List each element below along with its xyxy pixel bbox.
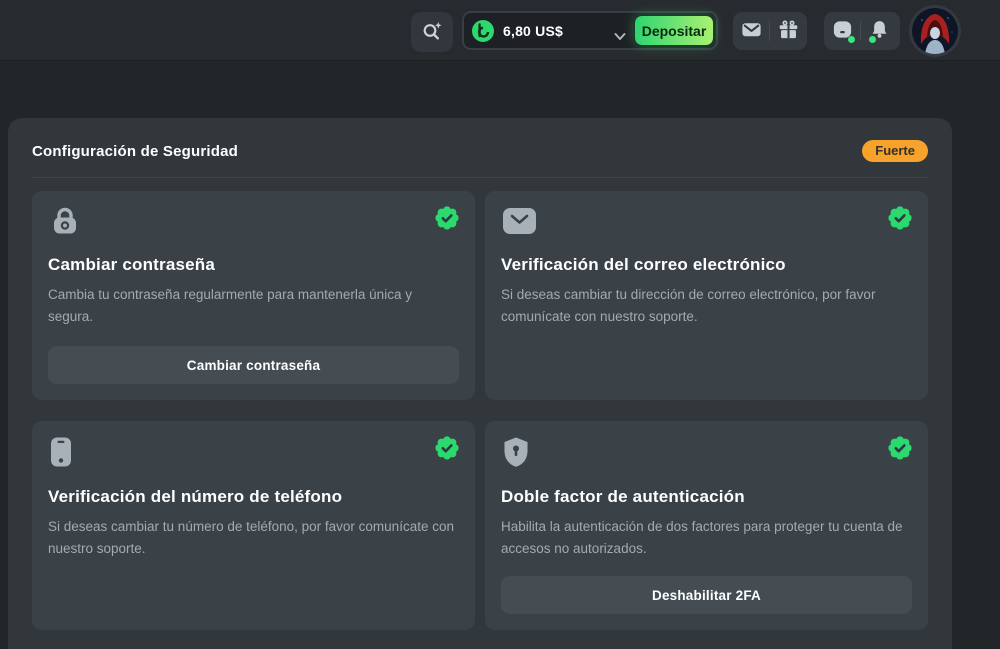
verified-seal-icon bbox=[435, 206, 459, 235]
gift-icon bbox=[777, 18, 800, 44]
wallet-balance: 6,80 US$ bbox=[503, 23, 563, 39]
phone-icon bbox=[48, 436, 74, 473]
card-change-password: Cambiar contraseña Cambia tu contraseña … bbox=[32, 191, 475, 400]
notifications-button[interactable] bbox=[861, 12, 897, 50]
shield-icon bbox=[501, 436, 531, 473]
card-title: Verificación del número de teléfono bbox=[48, 487, 459, 507]
mail-icon bbox=[501, 206, 539, 241]
lock-icon bbox=[48, 206, 82, 241]
card-description: Habilita la autenticación de dos factore… bbox=[501, 516, 912, 560]
card-email-verification: Verificación del correo electrónico Si d… bbox=[485, 191, 928, 400]
card-two-factor-auth: Doble factor de autenticación Habilita l… bbox=[485, 421, 928, 630]
mail-button[interactable] bbox=[733, 12, 769, 50]
verified-seal-icon bbox=[435, 436, 459, 465]
coin-icon bbox=[472, 20, 494, 42]
gift-button[interactable] bbox=[770, 12, 806, 50]
panel-header: Configuración de Seguridad Fuerte bbox=[32, 118, 928, 162]
chat-bell-group bbox=[824, 12, 900, 50]
password-strength-badge: Fuerte bbox=[862, 140, 928, 162]
chat-notification-dot bbox=[848, 36, 855, 43]
bell-notification-dot bbox=[869, 36, 876, 43]
card-title: Doble factor de autenticación bbox=[501, 487, 912, 507]
verified-seal-icon bbox=[888, 206, 912, 235]
currency-selector[interactable]: 6,80 US$ Depositar bbox=[462, 11, 718, 50]
search-button[interactable] bbox=[411, 12, 453, 52]
card-description: Cambia tu contraseña regularmente para m… bbox=[48, 284, 459, 328]
verified-seal-icon bbox=[888, 436, 912, 465]
security-cards-grid: Cambiar contraseña Cambia tu contraseña … bbox=[32, 191, 928, 630]
card-description: Si deseas cambiar tu dirección de correo… bbox=[501, 284, 912, 328]
mail-gift-group bbox=[733, 12, 807, 50]
card-title: Verificación del correo electrónico bbox=[501, 255, 912, 275]
security-settings-panel: Configuración de Seguridad Fuerte bbox=[8, 118, 952, 649]
top-bar: 6,80 US$ Depositar bbox=[0, 0, 1000, 61]
change-password-button[interactable]: Cambiar contraseña bbox=[48, 346, 459, 384]
divider bbox=[32, 177, 928, 178]
card-title: Cambiar contraseña bbox=[48, 255, 459, 275]
deposit-button[interactable]: Depositar bbox=[635, 16, 713, 45]
search-icon bbox=[420, 19, 444, 46]
chevron-down-icon bbox=[614, 28, 626, 46]
user-avatar[interactable] bbox=[912, 8, 958, 54]
mail-icon bbox=[740, 18, 763, 44]
page-title: Configuración de Seguridad bbox=[32, 143, 238, 160]
card-description: Si deseas cambiar tu número de teléfono,… bbox=[48, 516, 459, 560]
disable-2fa-button[interactable]: Deshabilitar 2FA bbox=[501, 576, 912, 614]
card-phone-verification: Verificación del número de teléfono Si d… bbox=[32, 421, 475, 630]
chat-button[interactable] bbox=[824, 12, 860, 50]
